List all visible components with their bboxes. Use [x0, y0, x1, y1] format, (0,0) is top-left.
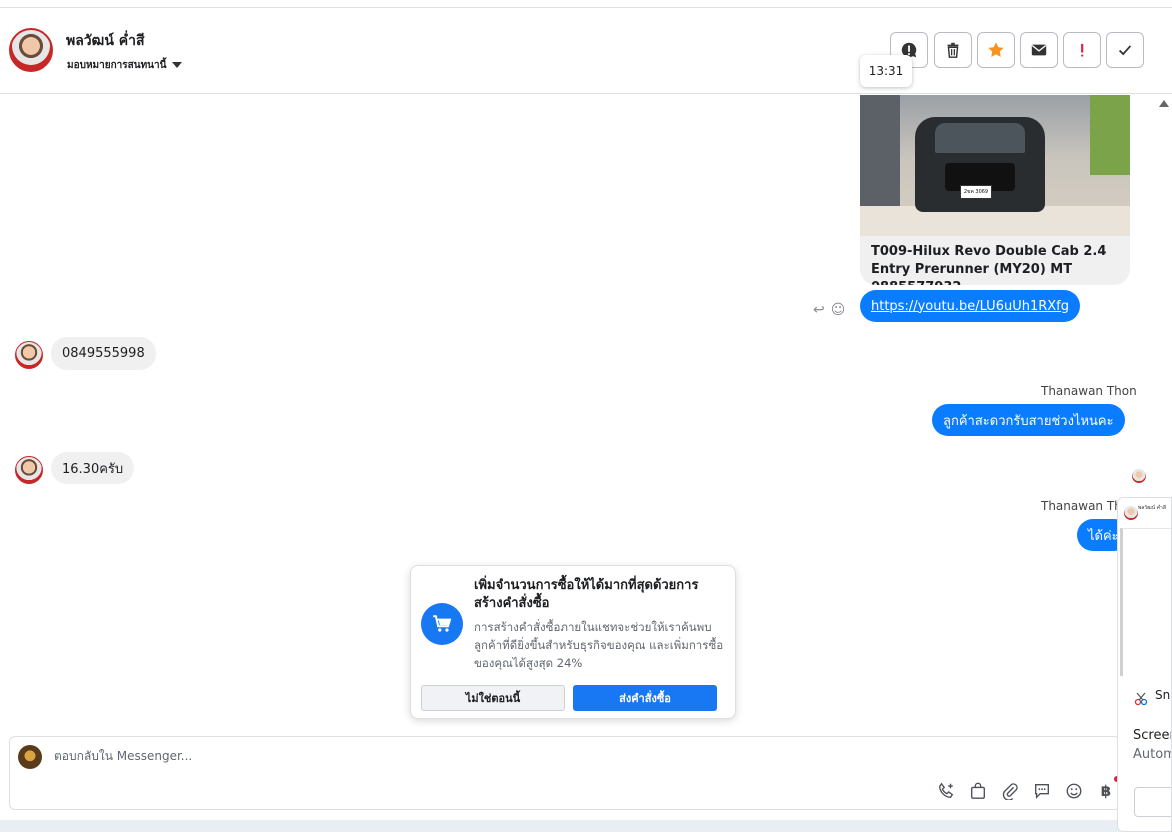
saved-reply-icon[interactable]: [1032, 781, 1052, 801]
baht-icon[interactable]: ฿: [1096, 781, 1116, 801]
mark-unread-button[interactable]: [1020, 32, 1058, 68]
create-order-promo-popup: เพิ่มจำนวนการซื้อให้ได้มากที่สุดด้วยการส…: [410, 565, 736, 719]
notification-action-button[interactable]: [1134, 787, 1171, 817]
notification-line2: Autom: [1133, 747, 1172, 762]
snipping-tool-icon: [1134, 692, 1148, 706]
contact-avatar[interactable]: [9, 28, 53, 72]
outgoing-message: ลูกค้าสะดวกรับสายช่วงไหนคะ: [932, 404, 1125, 436]
plate-text: 2ขค 3069: [963, 189, 989, 195]
star-button[interactable]: [977, 32, 1015, 68]
done-button[interactable]: [1106, 32, 1144, 68]
reply-input[interactable]: [54, 749, 754, 763]
notification-app-name: Sni: [1155, 688, 1172, 702]
seen-avatar: [1132, 469, 1146, 483]
youtube-link[interactable]: https://youtu.be/LU6uUh1RXfg: [871, 299, 1069, 314]
page-avatar: [18, 745, 42, 769]
send-order-button[interactable]: ส่งคำสั่งซื้อ: [573, 685, 717, 711]
incoming-message: 16.30ครับ: [51, 452, 135, 484]
assign-label: มอบหมายการสนทนานี้: [67, 60, 167, 71]
notification-line1: Screen: [1133, 728, 1171, 743]
reply-toolbar: ฿: [936, 781, 1116, 801]
popup-title: เพิ่มจำนวนการซื้อให้ได้มากที่สุดด้วยการส…: [474, 578, 699, 611]
not-now-button[interactable]: ไม่ใช่ตอนนี้: [421, 685, 565, 711]
react-emoji-icon[interactable]: ☺: [831, 302, 846, 318]
scroll-up-arrow-icon[interactable]: [1159, 100, 1169, 107]
mini-avatar: [1124, 506, 1138, 520]
follow-up-button[interactable]: [1063, 32, 1101, 68]
contact-avatar-small: [15, 456, 43, 484]
car-image: 2ขค 3069: [860, 95, 1130, 236]
star-icon: [988, 42, 1004, 57]
delete-button[interactable]: [934, 32, 972, 68]
incoming-message: 0849555998: [51, 337, 156, 370]
assign-conversation-dropdown[interactable]: มอบหมายการสนทนานี้: [67, 58, 183, 73]
check-icon: [1118, 45, 1132, 56]
message-actions: ↩ ☺: [813, 302, 845, 318]
contact-name[interactable]: พลวัฒน์ ค่ำสี: [66, 30, 145, 52]
license-plate: 2ขค 3069: [960, 185, 992, 199]
conversation-header: พลวัฒน์ ค่ำสี มอบหมายการสนทนานี้: [0, 8, 1172, 94]
envelope-icon: [1031, 44, 1047, 56]
mini-contact-name: พลวัฒน์ ค่ำสี: [1138, 505, 1166, 511]
product-card-message[interactable]: 2ขค 3069 T009-Hilux Revo Double Cab 2.4 …: [860, 95, 1130, 285]
paperclip-icon[interactable]: [1000, 781, 1020, 801]
sender-name: Thanawan Thon: [1041, 384, 1137, 398]
popup-description: การสร้างคำสั่งซื้อภายในแชทจะช่วยให้เราค้…: [474, 620, 724, 670]
exclamation-icon: [1081, 43, 1084, 57]
reply-icon[interactable]: ↩: [813, 302, 825, 318]
bottom-strip: [0, 820, 1120, 832]
caret-down-icon: [172, 62, 183, 68]
phone-add-icon[interactable]: [936, 781, 956, 801]
shopping-bag-icon[interactable]: [968, 781, 988, 801]
screenshot-preview[interactable]: [1120, 528, 1171, 676]
emoji-icon[interactable]: [1064, 781, 1084, 801]
snip-notification-panel[interactable]: พลวัฒน์ ค่ำสี Sni Screen Autom: [1117, 497, 1172, 832]
outgoing-link-message[interactable]: https://youtu.be/LU6uUh1RXfg: [860, 290, 1080, 322]
reply-box: ฿: [9, 736, 1121, 810]
cart-icon: [421, 603, 463, 645]
product-card-title: T009-Hilux Revo Double Cab 2.4 Entry Pre…: [871, 244, 1107, 285]
trash-icon: [947, 42, 959, 58]
contact-avatar-small: [15, 341, 43, 369]
inbox-conversation-page: พลวัฒน์ ค่ำสี มอบหมายการสนทนานี้ 13:31 2…: [0, 0, 1172, 832]
message-time-tooltip: 13:31: [860, 55, 912, 87]
